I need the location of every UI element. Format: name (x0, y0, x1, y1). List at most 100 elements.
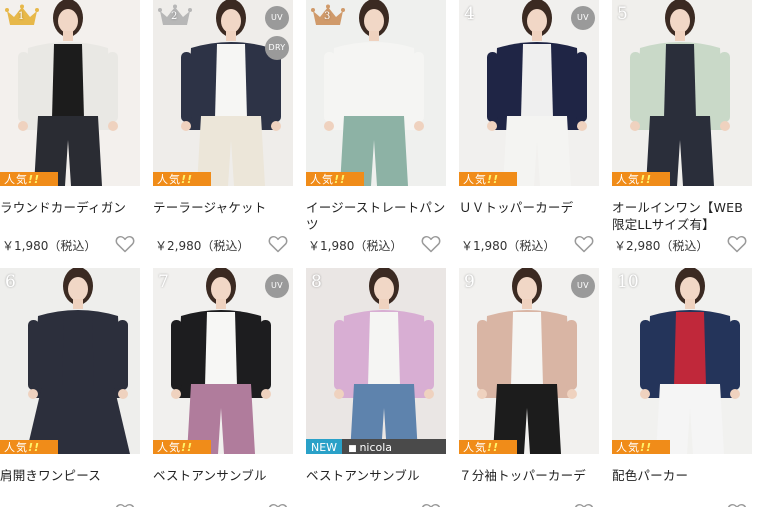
rank-badge: 9 (464, 272, 498, 294)
book-icon: ■ (348, 444, 360, 454)
rank-number: 1 (18, 11, 25, 22)
rank-badge: 5 (617, 4, 651, 26)
rank-badge: 8 (311, 272, 345, 294)
popular-exclaim: !! (28, 441, 41, 454)
product-card[interactable]: 6人気!!肩開きワンピース￥2,980（税込） (0, 268, 140, 507)
popular-tag: 人気!! (612, 172, 670, 186)
product-name[interactable]: ベストアンサンブル (153, 467, 293, 484)
product-name[interactable]: 配色パーカー (612, 467, 752, 484)
popular-label: 人気 (463, 441, 487, 454)
product-price: ￥2,980（税込） (614, 239, 709, 253)
product-image[interactable]: 3 人気!! (306, 0, 446, 186)
rank-badge: 10 (617, 272, 651, 294)
product-price: ￥1,980（税込） (2, 239, 97, 253)
popular-label: 人気 (157, 441, 181, 454)
popular-tag: 人気!! (459, 172, 517, 186)
magazine-name: nicola (359, 441, 393, 454)
product-card[interactable]: 10人気!!配色パーカー￥1,980（税込） (612, 268, 752, 507)
product-card[interactable]: 5 人気!! オールインワン【WEB限定LLサイズ有】 ￥2,980（税込） (612, 0, 752, 260)
rank-number: 6 (5, 272, 16, 292)
rank-number: 4 (464, 4, 475, 24)
rank-number: 2 (171, 11, 178, 22)
product-image[interactable]: 7 UV 人気!! (153, 268, 293, 454)
popular-exclaim: !! (28, 173, 41, 186)
product-image[interactable]: 1 人気!! (0, 0, 140, 186)
popular-tag: 人気!! (153, 172, 211, 186)
product-name[interactable]: オールインワン【WEB限定LLサイズ有】 (612, 199, 752, 233)
rank-badge: 3 (311, 4, 345, 26)
popular-exclaim: !! (181, 441, 194, 454)
heart-icon[interactable] (115, 503, 135, 507)
feature-badge: UV (571, 6, 595, 30)
heart-icon[interactable] (727, 235, 747, 253)
popular-label: 人気 (463, 173, 487, 186)
magazine-label: ■ nicola (342, 439, 392, 454)
heart-icon[interactable] (574, 235, 594, 253)
new-label: NEW (306, 439, 343, 454)
product-name[interactable]: ＵＶトッパーカーデ (459, 199, 599, 216)
heart-icon[interactable] (115, 235, 135, 253)
rank-badge: 6 (5, 272, 39, 294)
popular-exclaim: !! (181, 173, 194, 186)
heart-icon[interactable] (268, 235, 288, 253)
product-card[interactable]: 1 人気!! ラウンドカーディガン ￥1,980（税込） (0, 0, 140, 260)
popular-label: 人気 (4, 441, 28, 454)
popular-exclaim: !! (487, 441, 500, 454)
product-card[interactable]: 7UV人気!!ベストアンサンブル￥1,980（税込） (153, 268, 293, 507)
popular-label: 人気 (4, 173, 28, 186)
product-card[interactable]: 3 人気!! イージーストレートパンツ ￥1,980（税込） (306, 0, 446, 260)
product-price: ￥1,980（税込） (308, 239, 403, 253)
heart-icon[interactable] (727, 503, 747, 507)
feature-badge: UV (571, 274, 595, 298)
product-card[interactable]: 9UV人気!!７分袖トッパーカーデ￥1,980（税込） (459, 268, 599, 507)
product-name[interactable]: 肩開きワンピース (0, 467, 140, 484)
rank-badge: 7 (158, 272, 192, 294)
product-image[interactable]: 9 UV 人気!! (459, 268, 599, 454)
product-image[interactable]: 8 NEW ■ nicola (306, 268, 446, 454)
heart-icon[interactable] (268, 503, 288, 507)
product-card[interactable]: 4 UV 人気!! ＵＶトッパーカーデ ￥1,980（税込） (459, 0, 599, 260)
product-image[interactable]: 4 UV 人気!! (459, 0, 599, 186)
rank-number: 10 (617, 272, 639, 292)
popular-tag: 人気!! (153, 440, 211, 454)
product-name[interactable]: テーラージャケット (153, 199, 293, 216)
popular-tag: 人気!! (0, 172, 58, 186)
popular-tag: 人気!! (306, 172, 364, 186)
product-name[interactable]: ベストアンサンブル (306, 467, 446, 484)
rank-number: 3 (324, 11, 331, 22)
feature-badge: DRY (265, 36, 289, 60)
rank-number: 7 (158, 272, 169, 292)
product-card[interactable]: 8NEW■ nicolaベストアンサンブル￥1,980（税込） (306, 268, 446, 507)
rank-badge: 4 (464, 4, 498, 26)
heart-icon[interactable] (421, 503, 441, 507)
feature-badge: UV (265, 274, 289, 298)
rank-badge: 1 (5, 4, 39, 26)
product-name[interactable]: イージーストレートパンツ (306, 199, 446, 233)
rank-number: 5 (617, 4, 628, 24)
feature-badge: UV (265, 6, 289, 30)
popular-label: 人気 (157, 173, 181, 186)
product-image[interactable]: 5 人気!! (612, 0, 752, 186)
product-image[interactable]: 10 人気!! (612, 268, 752, 454)
popular-exclaim: !! (640, 173, 653, 186)
new-tag: NEW ■ nicola (306, 439, 446, 454)
popular-label: 人気 (310, 173, 334, 186)
product-price: ￥1,980（税込） (461, 239, 556, 253)
rank-badge: 2 (158, 4, 192, 26)
popular-label: 人気 (616, 441, 640, 454)
product-image[interactable]: 2 UV DRY 人気!! (153, 0, 293, 186)
popular-label: 人気 (616, 173, 640, 186)
product-name[interactable]: ラウンドカーディガン (0, 199, 140, 216)
heart-icon[interactable] (574, 503, 594, 507)
product-price: ￥2,980（税込） (155, 239, 250, 253)
heart-icon[interactable] (421, 235, 441, 253)
popular-tag: 人気!! (0, 440, 58, 454)
rank-number: 9 (464, 272, 475, 292)
product-card[interactable]: 2 UV DRY 人気!! テーラージャケット ￥2,980（税込） (153, 0, 293, 260)
product-name[interactable]: ７分袖トッパーカーデ (459, 467, 599, 484)
product-image[interactable]: 6 人気!! (0, 268, 140, 454)
popular-exclaim: !! (640, 441, 653, 454)
popular-tag: 人気!! (459, 440, 517, 454)
popular-exclaim: !! (487, 173, 500, 186)
rank-number: 8 (311, 272, 322, 292)
